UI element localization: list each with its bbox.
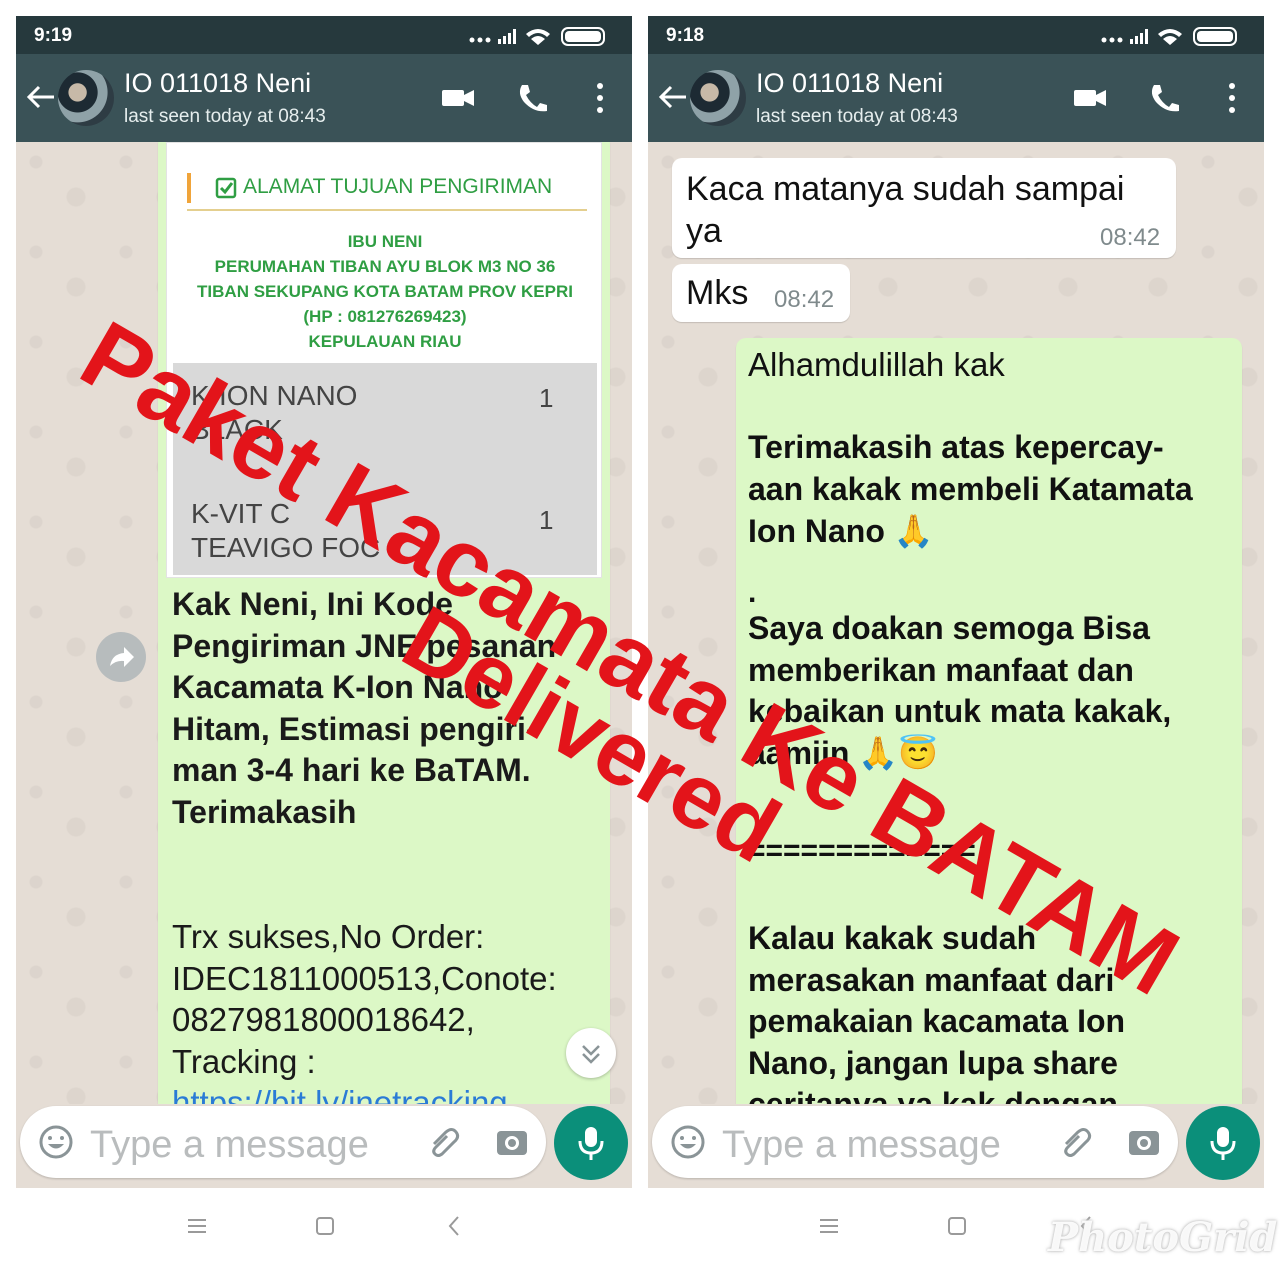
message-line: Terimakasih atas kepercay- — [748, 429, 1164, 465]
message-input[interactable]: Type a message — [90, 1124, 369, 1167]
menu-icon[interactable] — [184, 1214, 210, 1238]
voice-call-icon[interactable] — [1146, 82, 1182, 114]
forward-button[interactable] — [96, 632, 146, 682]
message-input-bar[interactable]: Type a message — [652, 1106, 1178, 1178]
double-chevron-down-icon — [582, 1045, 600, 1064]
nav-back-icon[interactable] — [442, 1214, 468, 1238]
photogrid-watermark: PhotoGrid — [1048, 1214, 1278, 1261]
message-text: Mks — [686, 274, 749, 312]
checkbox-icon — [215, 177, 237, 199]
address-heading: ALAMAT TUJUAN PENGIRIMAN — [243, 175, 553, 198]
attachment-icon[interactable] — [426, 1124, 462, 1160]
heading-divider — [187, 209, 587, 211]
back-arrow-icon[interactable] — [656, 80, 690, 114]
camera-icon[interactable] — [1126, 1124, 1162, 1160]
address-line: TIBAN SEKUPANG KOTA BATAM PROV KEPRI — [197, 282, 573, 301]
status-time: 9:18 — [666, 25, 705, 46]
video-call-icon[interactable] — [440, 82, 476, 114]
message-line: ya — [686, 212, 722, 250]
message-line: aan kakak membeli Katamata — [748, 471, 1193, 507]
incoming-message-bubble[interactable]: Mks 08:42 — [672, 264, 850, 322]
message-line: memberikan manfaat dan — [748, 651, 1134, 688]
chat-header: IO 011018 Neni last seen today at 08:43 — [648, 54, 1264, 142]
item-qty: 1 — [539, 505, 554, 535]
address-line: PERUMAHAN TIBAN AYU BLOK M3 NO 36 — [214, 257, 556, 276]
address-block: IBU NENI PERUMAHAN TIBAN AYU BLOK M3 NO … — [167, 229, 603, 354]
more-options-icon[interactable] — [582, 82, 618, 114]
message-line: Terimakasih — [172, 793, 357, 830]
microphone-icon — [1210, 1127, 1236, 1160]
android-nav-bar — [16, 1188, 632, 1264]
message-input[interactable]: Type a message — [722, 1124, 1001, 1167]
home-icon[interactable] — [312, 1214, 338, 1238]
more-options-icon[interactable] — [1214, 82, 1250, 114]
message-text: . — [748, 576, 757, 609]
message-text: Kaca matanya sudah sampai ya — [686, 168, 1124, 252]
contact-name[interactable]: IO 011018 Neni — [756, 68, 943, 99]
heading-accent-bar — [187, 173, 191, 203]
menu-icon[interactable] — [816, 1214, 842, 1238]
message-time: 08:42 — [774, 286, 835, 313]
mic-button[interactable] — [554, 1106, 628, 1180]
signal-wifi-battery-icons — [469, 27, 605, 46]
emoji-icon[interactable] — [670, 1124, 706, 1160]
scroll-down-button[interactable] — [566, 1028, 616, 1078]
message-line: Tracking : — [172, 1042, 316, 1080]
message-line: Saya doakan semoga Bisa — [748, 610, 1150, 646]
chat-header: IO 011018 Neni last seen today at 08:43 — [16, 54, 632, 142]
item-qty: 1 — [539, 383, 554, 413]
message-text: Alhamdulillah kak — [748, 346, 1005, 383]
message-line: Nano, jangan lupa share — [748, 1044, 1118, 1081]
status-bar: 9:19 — [16, 16, 632, 54]
message-line: Kaca matanya sudah sampai — [686, 170, 1125, 208]
last-seen-status: last seen today at 08:43 — [124, 106, 326, 127]
home-icon[interactable] — [944, 1214, 970, 1238]
message-line: ceritanya ya kak dengan keluarga — [748, 1086, 1118, 1104]
video-call-icon[interactable] — [1072, 82, 1108, 114]
message-line: Ion Nano 🙏 — [748, 513, 934, 549]
last-seen-status: last seen today at 08:43 — [756, 106, 958, 127]
microphone-icon — [578, 1127, 604, 1160]
address-line: KEPULAUAN RIAU — [308, 332, 462, 351]
attachment-icon[interactable] — [1058, 1124, 1094, 1160]
message-input-bar[interactable]: Type a message — [20, 1106, 546, 1178]
tracking-link[interactable]: https://bit.ly/jnetracking — [172, 1082, 557, 1104]
mic-button[interactable] — [1186, 1106, 1260, 1180]
signal-wifi-battery-icons — [1101, 27, 1237, 46]
status-bar: 9:18 — [648, 16, 1264, 54]
right-phone-screenshot: 9:18 IO 011018 Neni last seen today at 0… — [648, 16, 1264, 1188]
address-line: (HP : 081276269423) — [303, 307, 467, 326]
contact-avatar[interactable] — [690, 70, 746, 126]
message-text-bold: Terimakasih atas kepercay- aan kakak mem… — [748, 426, 1193, 552]
message-line: Trx sukses,No Order: — [172, 918, 485, 955]
message-line: IDEC1811000513,Conote: — [172, 959, 557, 997]
contact-name[interactable]: IO 011018 Neni — [124, 68, 311, 99]
status-time: 9:19 — [34, 25, 73, 46]
incoming-message-bubble[interactable]: Kaca matanya sudah sampai ya 08:42 — [672, 158, 1176, 258]
camera-icon[interactable] — [494, 1124, 530, 1160]
message-line: man 3-4 hari ke BaTAM. — [172, 752, 531, 788]
forward-icon — [110, 647, 134, 667]
message-time: 08:42 — [1100, 224, 1161, 251]
address-line: IBU NENI — [347, 232, 423, 251]
back-arrow-icon[interactable] — [24, 80, 58, 114]
message-line: pemakaian kacamata Ion — [748, 1003, 1126, 1039]
voice-call-icon[interactable] — [514, 82, 550, 114]
contact-avatar[interactable] — [58, 70, 114, 126]
emoji-icon[interactable] — [38, 1124, 74, 1160]
message-line: 0827981800018642, — [172, 1001, 475, 1038]
message-text-regular: Trx sukses,No Order: IDEC1811000513,Cono… — [172, 916, 557, 1104]
